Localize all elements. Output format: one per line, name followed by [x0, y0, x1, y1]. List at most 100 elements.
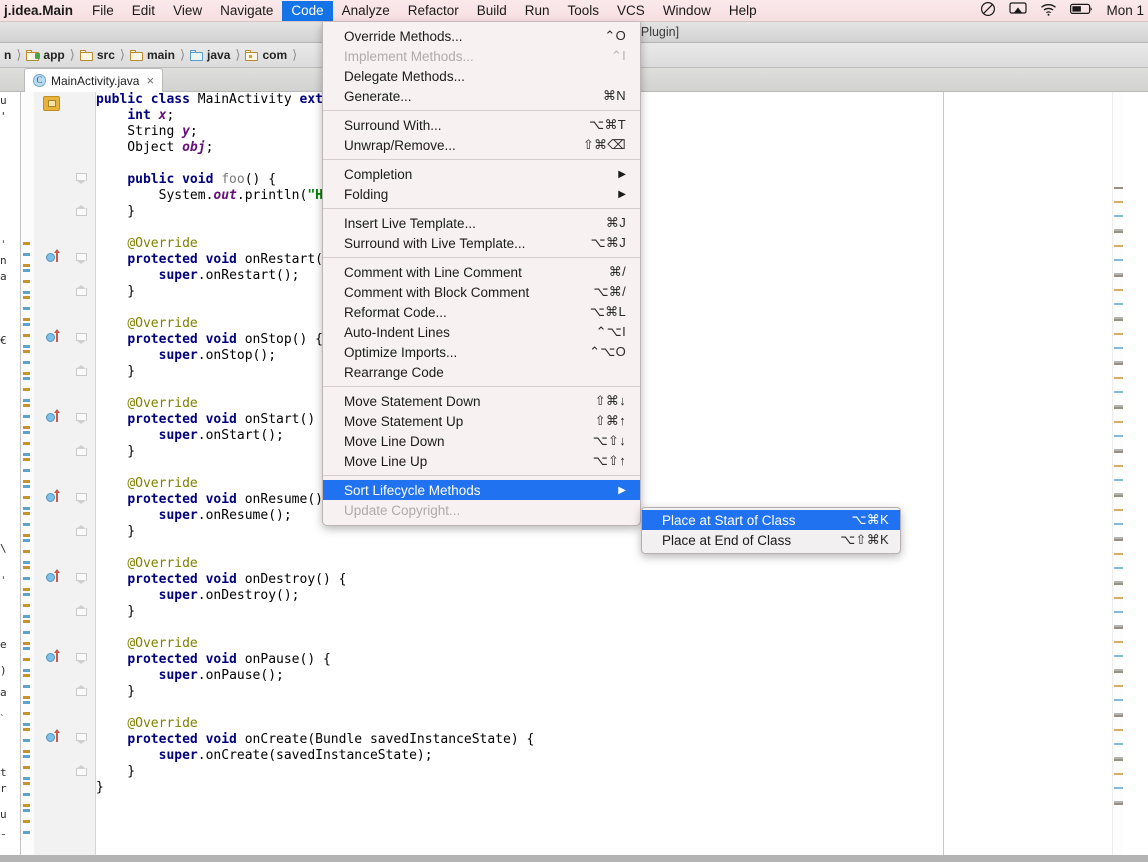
menu-run[interactable]: Run: [516, 1, 559, 21]
project-tree-row[interactable]: \: [0, 542, 7, 555]
editor-gutter[interactable]: [34, 92, 96, 862]
fold-expand-icon[interactable]: [76, 493, 87, 504]
project-tree-row[interactable]: ˈ: [0, 238, 7, 251]
override-method-icon[interactable]: [46, 649, 60, 662]
fold-collapse-icon[interactable]: [76, 525, 87, 536]
menu-item-update-copyright: Update Copyright...: [323, 500, 640, 520]
menu-file[interactable]: File: [83, 1, 123, 21]
project-tree-row[interactable]: ˉ: [0, 832, 7, 845]
project-tree-row[interactable]: €: [0, 334, 7, 347]
wifi-icon[interactable]: [1040, 3, 1057, 19]
fold-expand-icon[interactable]: [76, 413, 87, 424]
fold-collapse-icon[interactable]: [76, 685, 87, 696]
menu-analyze[interactable]: Analyze: [333, 1, 399, 21]
menu-item-completion[interactable]: Completion ▶: [323, 164, 640, 184]
menu-item-optimize-imports[interactable]: Optimize Imports... ⌃⌥O: [323, 342, 640, 362]
menu-item-reformat-code[interactable]: Reformat Code... ⌥⌘L: [323, 302, 640, 322]
menu-item-comment-with-block-comment[interactable]: Comment with Block Comment ⌥⌘/: [323, 282, 640, 302]
fold-expand-icon[interactable]: [76, 573, 87, 584]
project-tree-row[interactable]: a: [0, 686, 7, 699]
code-marker: [23, 593, 30, 596]
fold-expand-icon[interactable]: [76, 733, 87, 744]
project-tree-row[interactable]: ): [0, 664, 7, 677]
menu-item-sort-lifecycle-methods[interactable]: Sort Lifecycle Methods ▶: [323, 480, 640, 500]
menu-separator: [323, 110, 640, 111]
menu-view[interactable]: View: [164, 1, 211, 21]
menu-item-surround-with-live-template[interactable]: Surround with Live Template... ⌥⌘J: [323, 233, 640, 253]
fold-expand-icon[interactable]: [76, 253, 87, 264]
menu-refactor[interactable]: Refactor: [399, 1, 468, 21]
override-method-icon[interactable]: [46, 249, 60, 262]
override-method-icon[interactable]: [46, 489, 60, 502]
close-icon[interactable]: ×: [144, 74, 154, 87]
fold-expand-icon[interactable]: [76, 333, 87, 344]
menu-item-move-line-up[interactable]: Move Line Up ⌥⇧↑: [323, 451, 640, 471]
menu-vcs[interactable]: VCS: [608, 1, 654, 21]
override-method-icon[interactable]: [46, 409, 60, 422]
breadcrumb-item-app[interactable]: app: [24, 48, 66, 62]
code-line: }: [96, 364, 136, 379]
menu-item-move-line-down[interactable]: Move Line Down ⌥⇧↓: [323, 431, 640, 451]
menu-item-insert-live-template[interactable]: Insert Live Template... ⌘J: [323, 213, 640, 233]
project-tree-row[interactable]: n: [0, 254, 7, 267]
menu-item-folding[interactable]: Folding ▶: [323, 184, 640, 204]
breadcrumb-item-src[interactable]: src: [78, 48, 117, 62]
project-tree-row[interactable]: ˋ: [0, 712, 4, 725]
project-tree-row[interactable]: a: [0, 270, 7, 283]
fold-expand-icon[interactable]: [76, 173, 87, 184]
menu-item-move-statement-down[interactable]: Move Statement Down ⇧⌘↓: [323, 391, 640, 411]
right-scroll-area[interactable]: [1123, 92, 1148, 862]
menu-tools[interactable]: Tools: [559, 1, 609, 21]
menu-navigate[interactable]: Navigate: [211, 1, 282, 21]
fold-collapse-icon[interactable]: [76, 285, 87, 296]
fold-collapse-icon[interactable]: [76, 365, 87, 376]
menu-item-auto-indent-lines[interactable]: Auto-Indent Lines ⌃⌥I: [323, 322, 640, 342]
project-tree-row[interactable]: ': [0, 110, 7, 123]
menu-help[interactable]: Help: [720, 1, 766, 21]
sort-lifecycle-methods-submenu[interactable]: Place at Start of Class ⌥⌘K Place at End o…: [641, 507, 901, 554]
battery-icon[interactable]: [1070, 3, 1093, 18]
breadcrumb-item-com[interactable]: com: [243, 48, 289, 62]
fold-collapse-icon[interactable]: [76, 445, 87, 456]
submenu-item-shortcut: ⌥⌘K: [851, 512, 889, 527]
menu-item-surround-with[interactable]: Surround With... ⌥⌘T: [323, 115, 640, 135]
override-method-icon[interactable]: [46, 729, 60, 742]
fold-collapse-icon[interactable]: [76, 205, 87, 216]
breadcrumb-item-n[interactable]: n: [2, 48, 13, 62]
airplay-icon[interactable]: [1009, 2, 1028, 19]
menu-item-comment-with-line-comment[interactable]: Comment with Line Comment ⌘/: [323, 262, 640, 282]
override-method-icon[interactable]: [46, 329, 60, 342]
project-tree-row[interactable]: r: [0, 782, 7, 795]
menu-item-delegate-methods[interactable]: Delegate Methods...: [323, 66, 640, 86]
override-method-icon[interactable]: [46, 569, 60, 582]
project-tree-row[interactable]: u: [0, 808, 7, 821]
project-tree-row[interactable]: u: [0, 94, 7, 107]
menu-code[interactable]: Code: [282, 0, 333, 21]
menu-item-generate[interactable]: Generate... ⌘N: [323, 86, 640, 106]
fold-collapse-icon[interactable]: [76, 765, 87, 776]
do-not-disturb-icon[interactable]: [980, 1, 996, 20]
menu-item-unwrap-remove[interactable]: Unwrap/Remove... ⇧⌘⌫: [323, 135, 640, 155]
stripe-marker: [1114, 803, 1123, 805]
submenu-item-place-at-start-of-class[interactable]: Place at Start of Class ⌥⌘K: [642, 510, 900, 530]
project-tree-row[interactable]: t: [0, 766, 7, 779]
menu-edit[interactable]: Edit: [123, 1, 164, 21]
menu-item-override-methods[interactable]: Override Methods... ⌃O: [323, 26, 640, 46]
submenu-item-shortcut: ⌥⇧⌘K: [840, 532, 889, 547]
project-tree-row[interactable]: ˈ: [0, 574, 7, 587]
menu-item-move-statement-up[interactable]: Move Statement Up ⇧⌘↑: [323, 411, 640, 431]
fold-collapse-icon[interactable]: [76, 605, 87, 616]
submenu-item-place-at-end-of-class[interactable]: Place at End of Class ⌥⇧⌘K: [642, 530, 900, 550]
code-menu-dropdown[interactable]: Override Methods... ⌃O Implement Methods..…: [322, 22, 641, 526]
breadcrumb-item-main[interactable]: main: [128, 48, 177, 62]
menu-window[interactable]: Window: [654, 1, 720, 21]
tab-mainactivity-java[interactable]: C MainActivity.java ×: [24, 68, 164, 92]
fold-expand-icon[interactable]: [76, 653, 87, 664]
project-tree-row[interactable]: e: [0, 638, 7, 651]
menu-item-rearrange-code[interactable]: Rearrange Code: [323, 362, 640, 382]
menu-build[interactable]: Build: [468, 1, 516, 21]
readonly-lock-icon[interactable]: [43, 96, 60, 111]
breadcrumb-item-java[interactable]: java: [188, 48, 232, 62]
menubar-clock[interactable]: Mon 1: [1106, 3, 1144, 18]
project-tree-clipped[interactable]: u ' ˈ n a € \ ˈ a ˋ e) t r u ˉ: [0, 92, 20, 862]
